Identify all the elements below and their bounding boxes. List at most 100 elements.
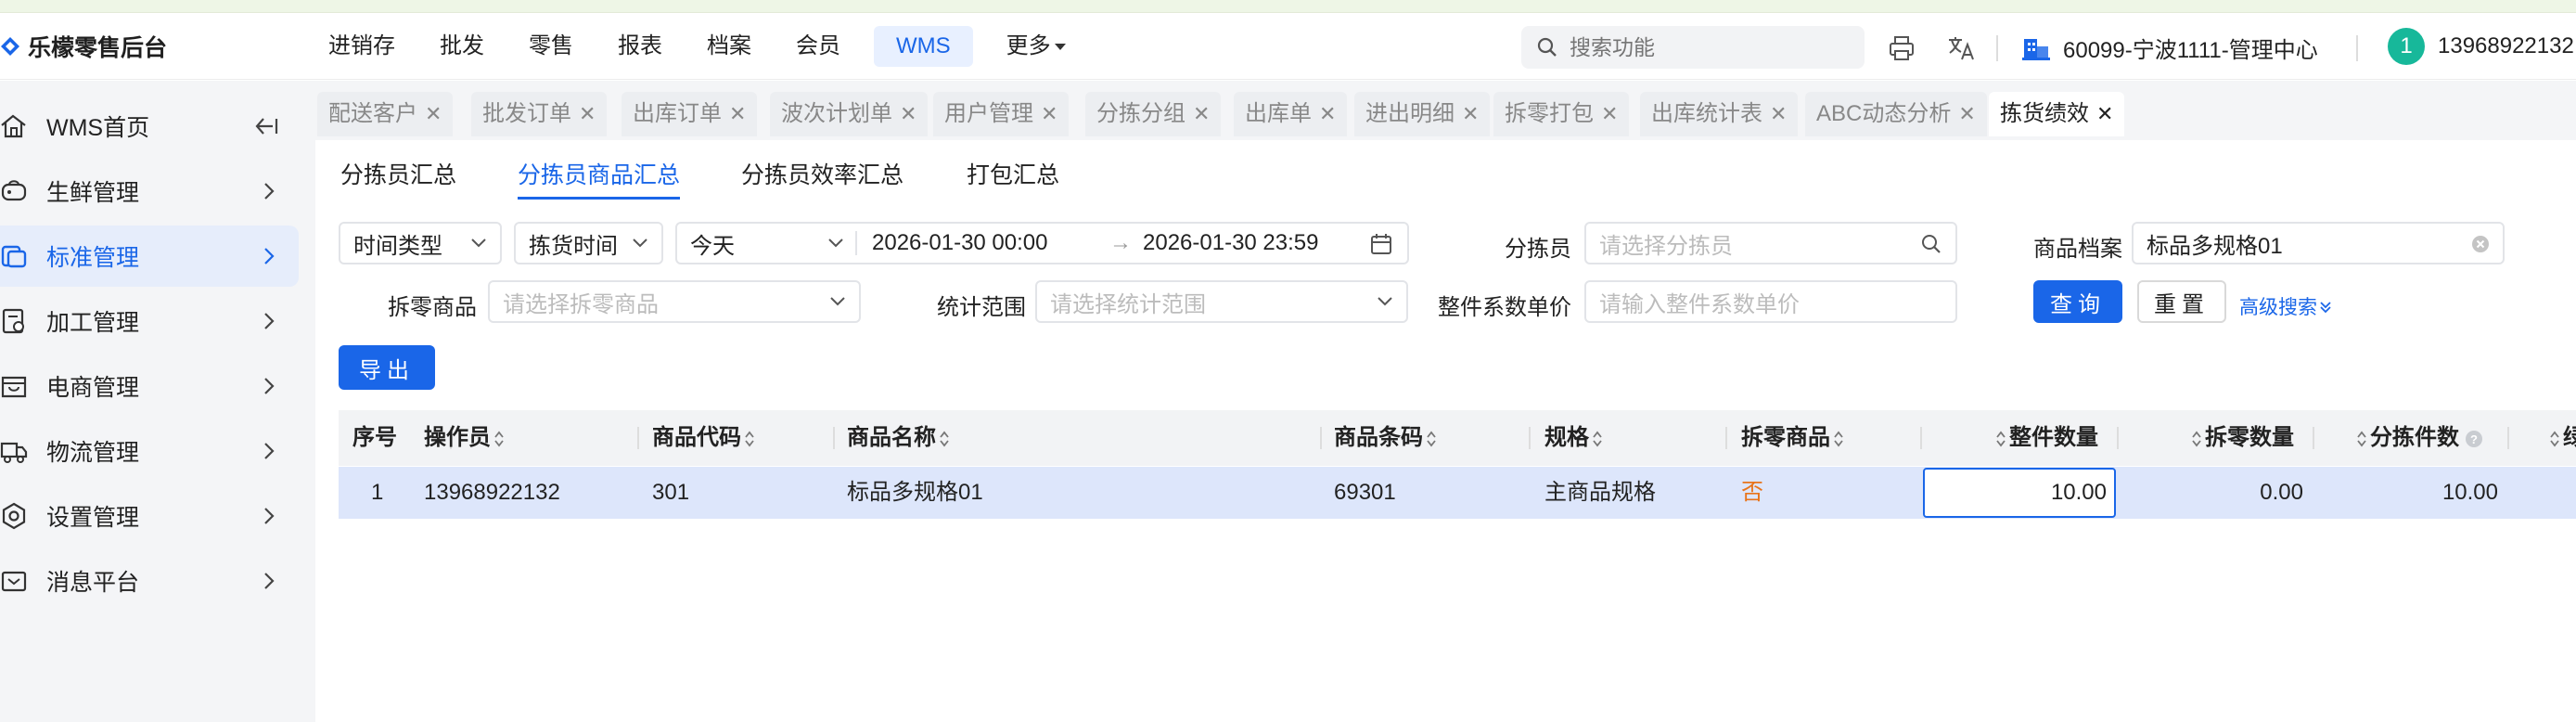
tab-wholesale-orders[interactable]: 批发订单 ✕ <box>471 92 608 136</box>
sort-icon[interactable] <box>2191 430 2202 448</box>
date-range-picker[interactable]: 今天 2026-01-30 00:00 → 2026-01-30 23:59 <box>675 222 1409 264</box>
tab-outbound-stats[interactable]: 出库统计表 ✕ <box>1640 92 1799 136</box>
close-icon[interactable]: ✕ <box>1319 102 1336 125</box>
help-icon[interactable]: ? <box>2465 430 2483 448</box>
nav-item-wholesale[interactable]: 批发 <box>417 26 506 67</box>
sort-icon[interactable] <box>1426 430 1437 448</box>
column-header-code[interactable]: 商品代码 <box>652 410 758 466</box>
chevron-down-icon <box>828 239 843 248</box>
sidebar-item-processing[interactable]: 加工管理 <box>0 290 299 352</box>
nav-item-inventory[interactable]: 进销存 <box>306 26 417 67</box>
sidebar-item-logistics[interactable]: 物流管理 <box>0 420 299 482</box>
column-header-pick-count[interactable]: 分拣件数? <box>2353 410 2483 466</box>
sort-icon[interactable] <box>1995 430 2006 448</box>
date-arrow: → <box>1109 230 1132 255</box>
close-icon[interactable]: ✕ <box>1958 102 1975 125</box>
scope-select[interactable]: 请选择统计范围 <box>1035 280 1408 323</box>
close-icon[interactable]: ✕ <box>1041 102 1057 125</box>
time-type-select[interactable]: 时间类型 <box>339 222 502 264</box>
collapse-sidebar-icon[interactable] <box>254 116 278 136</box>
nav-item-members[interactable]: 会员 <box>774 26 863 67</box>
sort-icon[interactable] <box>2356 430 2367 448</box>
clear-icon[interactable] <box>2471 235 2490 253</box>
sort-icon[interactable] <box>744 430 755 448</box>
close-icon[interactable]: ✕ <box>1462 102 1479 125</box>
column-header-barcode[interactable]: 商品条码 <box>1334 410 1440 466</box>
column-header-spec[interactable]: 规格 <box>1544 410 1606 466</box>
subtab-picker-summary[interactable]: 分拣员汇总 <box>340 157 456 190</box>
tab-in-out-detail[interactable]: 进出明细 ✕ <box>1354 92 1491 136</box>
function-search-input[interactable] <box>1570 34 1848 60</box>
sidebar-item-wms-home[interactable]: WMS首页 <box>0 96 299 157</box>
close-icon[interactable]: ✕ <box>425 102 442 125</box>
column-header-operator[interactable]: 操作员 <box>424 410 507 466</box>
column-divider <box>1529 427 1531 449</box>
tab-picking-performance[interactable]: 拣货绩效 ✕ <box>1989 92 2125 136</box>
sidebar-item-ecommerce[interactable]: 电商管理 <box>0 355 299 417</box>
tab-outbound-orders[interactable]: 出库订单 ✕ <box>622 92 758 136</box>
query-button[interactable]: 查询 <box>2033 280 2122 323</box>
subtab-packing-summary[interactable]: 打包汇总 <box>967 157 1059 190</box>
nav-item-reports[interactable]: 报表 <box>596 26 685 67</box>
chevron-right-icon <box>264 508 275 524</box>
sort-icon[interactable] <box>493 430 505 448</box>
search-icon[interactable] <box>1920 233 1942 255</box>
nav-item-retail[interactable]: 零售 <box>506 26 596 67</box>
org-selector[interactable]: 60099-宁波1111-管理中心 <box>2022 32 2318 64</box>
column-divider <box>2313 427 2314 449</box>
tab-user-management[interactable]: 用户管理 ✕ <box>933 92 1070 136</box>
split-product-select[interactable]: 请选择拆零商品 <box>488 280 861 323</box>
cell-split-qty: 0.00 <box>2260 480 2303 505</box>
picker-search-field[interactable]: 请选择分拣员 <box>1584 222 1957 264</box>
tab-split-packing[interactable]: 拆零打包 ✕ <box>1493 92 1630 136</box>
export-button[interactable]: 导出 <box>339 345 435 390</box>
close-icon[interactable]: ✕ <box>1770 102 1787 125</box>
sidebar-item-fresh[interactable]: 生鲜管理 <box>0 161 299 222</box>
close-icon[interactable]: ✕ <box>1193 102 1210 125</box>
advanced-search-link[interactable]: 高级搜索 <box>2239 292 2332 320</box>
nav-item-more[interactable]: 更多 <box>984 26 1088 67</box>
date-start-input[interactable]: 2026-01-30 00:00 <box>872 230 1048 256</box>
user-menu[interactable]: 1 13968922132 <box>2388 28 2574 65</box>
table-row[interactable]: 1 13968922132 301 标品多规格01 69301 主商品规格 否 … <box>339 467 2576 519</box>
column-header-name[interactable]: 商品名称 <box>847 410 953 466</box>
sidebar-item-standard[interactable]: 标准管理 <box>0 226 299 287</box>
column-header-whole-qty[interactable]: 整件数量 <box>1993 410 2098 466</box>
sidebar-item-label: WMS首页 <box>46 115 150 141</box>
date-end-input[interactable]: 2026-01-30 23:59 <box>1143 230 1319 256</box>
subtab-picker-product-summary[interactable]: 分拣员商品汇总 <box>518 157 681 200</box>
sidebar-item-messages[interactable]: 消息平台 <box>0 550 299 612</box>
tab-abc-analysis[interactable]: ABC动态分析 ✕ <box>1805 92 1987 136</box>
tab-sorting-groups[interactable]: 分拣分组 ✕ <box>1085 92 1222 136</box>
close-icon[interactable]: ✕ <box>2096 102 2113 125</box>
cell-whole-qty[interactable]: 10.00 <box>1923 468 2116 518</box>
sidebar-item-settings[interactable]: 设置管理 <box>0 485 299 547</box>
column-header-split[interactable]: 拆零商品 <box>1741 410 1847 466</box>
sort-icon[interactable] <box>2549 430 2560 448</box>
time-field-select[interactable]: 拣货时间 <box>514 222 663 264</box>
translate-icon[interactable] <box>1946 33 1976 63</box>
function-search[interactable] <box>1521 26 1865 69</box>
close-icon[interactable]: ✕ <box>729 102 746 125</box>
nav-item-archives[interactable]: 档案 <box>685 26 774 67</box>
tab-delivery-customers[interactable]: 配送客户 ✕ <box>317 92 454 136</box>
app-logo[interactable]: 乐檬零售后台 <box>0 30 167 63</box>
close-icon[interactable]: ✕ <box>579 102 596 125</box>
nav-item-wms[interactable]: WMS <box>874 26 973 67</box>
range-preset-value[interactable]: 今天 <box>690 227 735 260</box>
sort-icon[interactable] <box>1833 430 1844 448</box>
subtab-picker-efficiency-summary[interactable]: 分拣员效率汇总 <box>741 157 904 190</box>
tab-outbound-bills[interactable]: 出库单 ✕ <box>1234 92 1348 136</box>
tab-wave-plans[interactable]: 波次计划单 ✕ <box>770 92 929 136</box>
sort-icon[interactable] <box>939 430 950 448</box>
close-icon[interactable]: ✕ <box>900 102 916 125</box>
product-archive-field[interactable]: 标品多规格01 <box>2132 222 2505 264</box>
column-header-next[interactable]: 绿 <box>2546 410 2576 466</box>
column-header-split-qty[interactable]: 拆零数量 <box>2188 410 2294 466</box>
unit-price-input[interactable]: 请输入整件系数单价 <box>1584 280 1957 323</box>
printer-icon[interactable] <box>1887 33 1916 63</box>
close-icon[interactable]: ✕ <box>1601 102 1618 125</box>
reset-button[interactable]: 重置 <box>2137 280 2226 323</box>
sort-icon[interactable] <box>1592 430 1603 448</box>
calendar-icon[interactable] <box>1370 233 1392 255</box>
